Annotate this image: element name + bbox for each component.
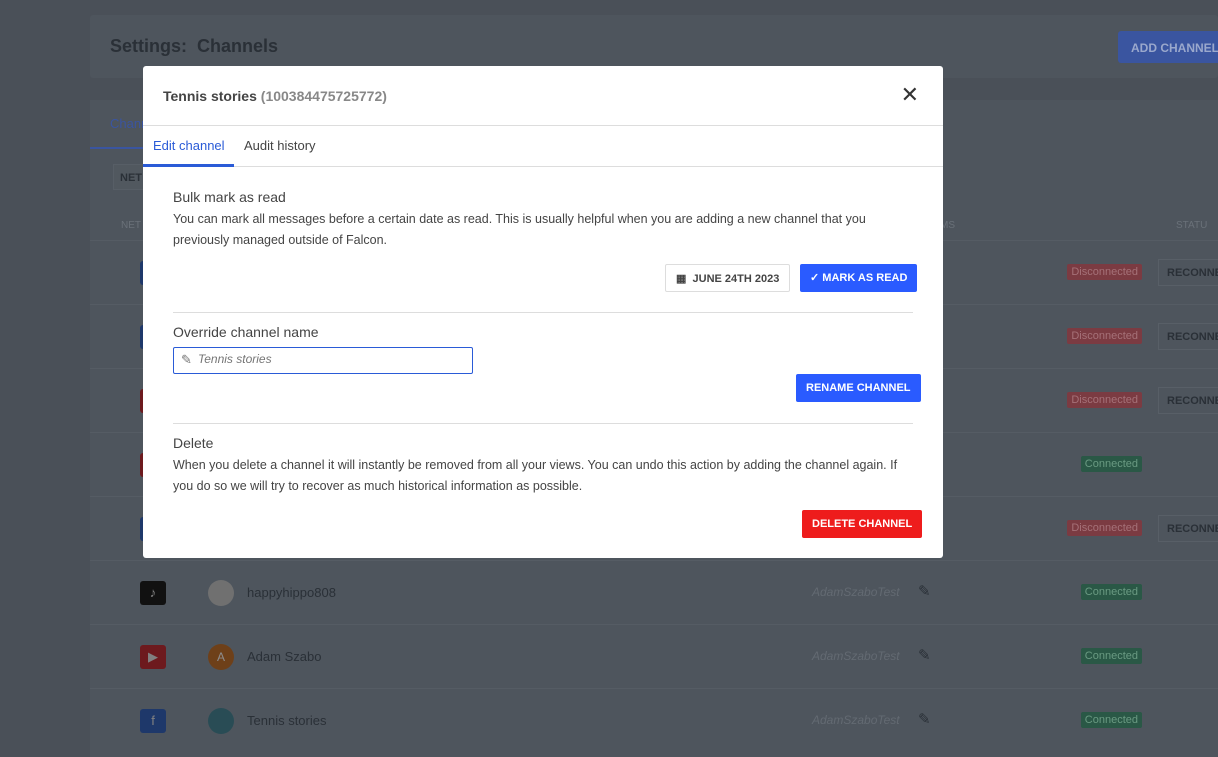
- pencil-icon: ✎: [181, 352, 192, 367]
- close-icon[interactable]: ✕: [901, 82, 919, 108]
- edit-channel-modal: Tennis stories (100384475725772) ✕ Edit …: [143, 66, 943, 558]
- status-badge: Disconnected: [1067, 328, 1142, 344]
- section-description: When you delete a channel it will instan…: [173, 458, 898, 493]
- avatar: [208, 708, 234, 734]
- edit-icon[interactable]: ✎: [918, 646, 931, 664]
- status-badge: Disconnected: [1067, 392, 1142, 408]
- avatar: [208, 580, 234, 606]
- channel-name: Adam Szabo: [247, 649, 322, 664]
- section-title: Bulk mark as read: [173, 189, 286, 205]
- mark-as-read-button[interactable]: ✓ MARK AS READ: [800, 264, 918, 292]
- column-status: STATU: [1176, 220, 1208, 231]
- team-name: AdamSzaboTest: [812, 585, 900, 599]
- channel-name-field[interactable]: ✎: [173, 347, 473, 374]
- add-channel-button[interactable]: ADD CHANNEL: [1118, 31, 1218, 63]
- team-name: AdamSzaboTest: [812, 649, 900, 663]
- column-network: NET: [121, 220, 141, 231]
- avatar: A: [208, 644, 234, 670]
- facebook-icon: f: [140, 709, 166, 733]
- delete-channel-button[interactable]: DELETE CHANNEL: [802, 510, 923, 538]
- reconnect-button[interactable]: RECONNECT: [1158, 259, 1218, 286]
- channel-name: Tennis stories: [247, 713, 327, 728]
- tiktok-icon: ♪: [140, 581, 166, 605]
- table-row: f Tennis stories AdamSzaboTest ✎ Connected: [90, 688, 1218, 752]
- reconnect-button[interactable]: RECONNECT: [1158, 515, 1218, 542]
- youtube-icon: ▶: [140, 645, 166, 669]
- divider: [173, 312, 913, 313]
- page-title: Settings: Channels: [110, 36, 279, 56]
- reconnect-button[interactable]: RECONNECT: [1158, 387, 1218, 414]
- status-badge: Disconnected: [1067, 264, 1142, 280]
- table-row: ▶ A Adam Szabo AdamSzaboTest ✎ Connected: [90, 624, 1218, 688]
- channel-name-input[interactable]: [198, 352, 468, 366]
- bulk-mark-section: Bulk mark as read You can mark all messa…: [173, 189, 913, 251]
- rename-section: Override channel name: [173, 324, 913, 340]
- section-description: You can mark all messages before a certa…: [173, 212, 866, 247]
- team-name: AdamSzaboTest: [812, 713, 900, 727]
- edit-icon[interactable]: ✎: [918, 582, 931, 600]
- status-badge: Disconnected: [1067, 520, 1142, 536]
- section-title: Delete: [173, 435, 214, 451]
- tab-edit-channel[interactable]: Edit channel: [143, 138, 234, 167]
- channel-id: (100384475725772): [260, 88, 387, 104]
- reconnect-button[interactable]: RECONNECT: [1158, 323, 1218, 350]
- status-badge: Connected: [1080, 712, 1142, 728]
- section-title: Override channel name: [173, 324, 319, 340]
- calendar-icon: ▦: [676, 273, 687, 285]
- status-badge: Connected: [1080, 584, 1142, 600]
- tab-audit-history[interactable]: Audit history: [244, 138, 316, 153]
- check-icon: ✓: [810, 272, 820, 284]
- delete-section: Delete When you delete a channel it will…: [173, 435, 913, 497]
- table-row: ♪ happyhippo808 AdamSzaboTest ✎ Connected: [90, 560, 1218, 624]
- date-picker-button[interactable]: ▦ JUNE 24TH 2023: [665, 264, 791, 292]
- modal-title: Tennis stories (100384475725772): [163, 88, 387, 104]
- divider: [173, 423, 913, 424]
- rename-channel-button[interactable]: RENAME CHANNEL: [796, 374, 921, 402]
- channel-name: happyhippo808: [247, 585, 336, 600]
- status-badge: Connected: [1080, 456, 1142, 472]
- edit-icon[interactable]: ✎: [918, 710, 931, 728]
- status-badge: Connected: [1080, 648, 1142, 664]
